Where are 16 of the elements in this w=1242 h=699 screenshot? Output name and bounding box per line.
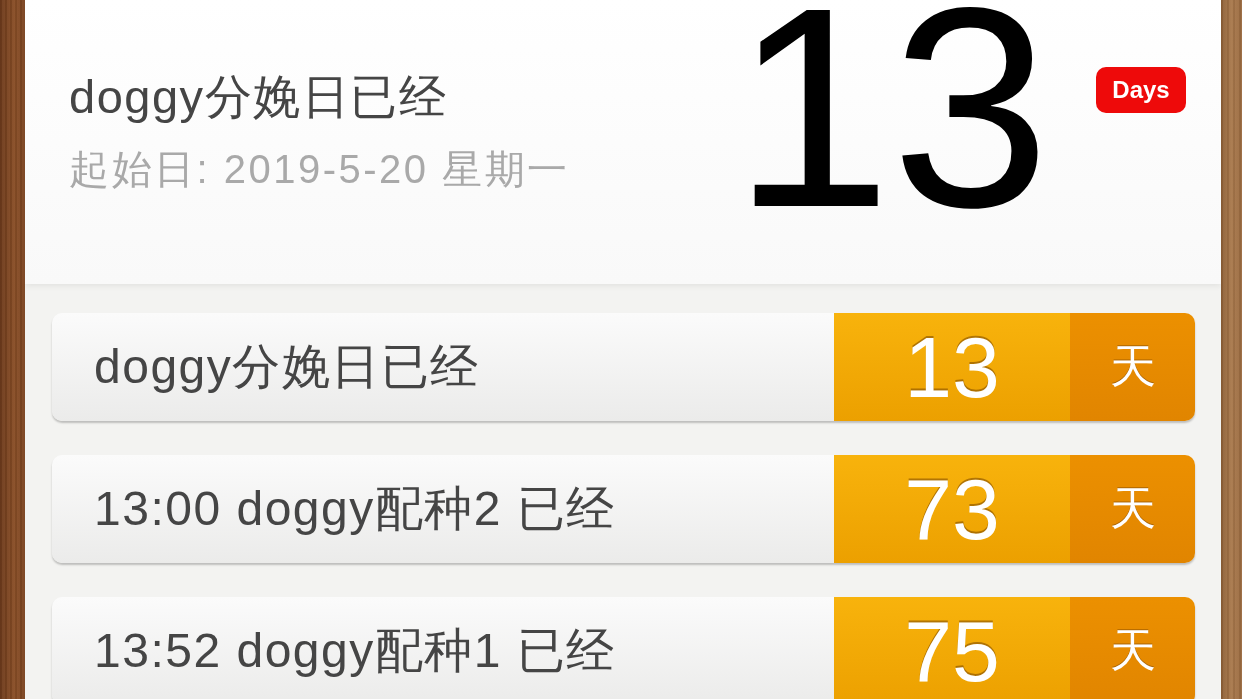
event-row[interactable]: doggy分娩日已经 13 天 <box>52 313 1195 421</box>
event-row[interactable]: 13:00 doggy配种2 已经 73 天 <box>52 455 1195 563</box>
day-unit: 天 <box>1070 313 1195 421</box>
day-unit: 天 <box>1070 455 1195 563</box>
event-title: 13:00 doggy配种2 已经 <box>52 455 834 563</box>
event-row[interactable]: 13:52 doggy配种1 已经 75 天 <box>52 597 1195 699</box>
day-count: 75 <box>834 597 1070 699</box>
day-count: 73 <box>834 455 1070 563</box>
counter-title: doggy分娩日已经 <box>69 69 448 125</box>
day-unit: 天 <box>1070 597 1195 699</box>
day-count: 13 <box>834 313 1070 421</box>
event-title: doggy分娩日已经 <box>52 313 834 421</box>
big-day-count: 13 <box>733 0 1050 221</box>
days-badge: Days <box>1096 67 1186 113</box>
event-title: 13:52 doggy配种1 已经 <box>52 597 834 699</box>
start-date: 起始日: 2019-5-20 星期一 <box>69 146 570 194</box>
